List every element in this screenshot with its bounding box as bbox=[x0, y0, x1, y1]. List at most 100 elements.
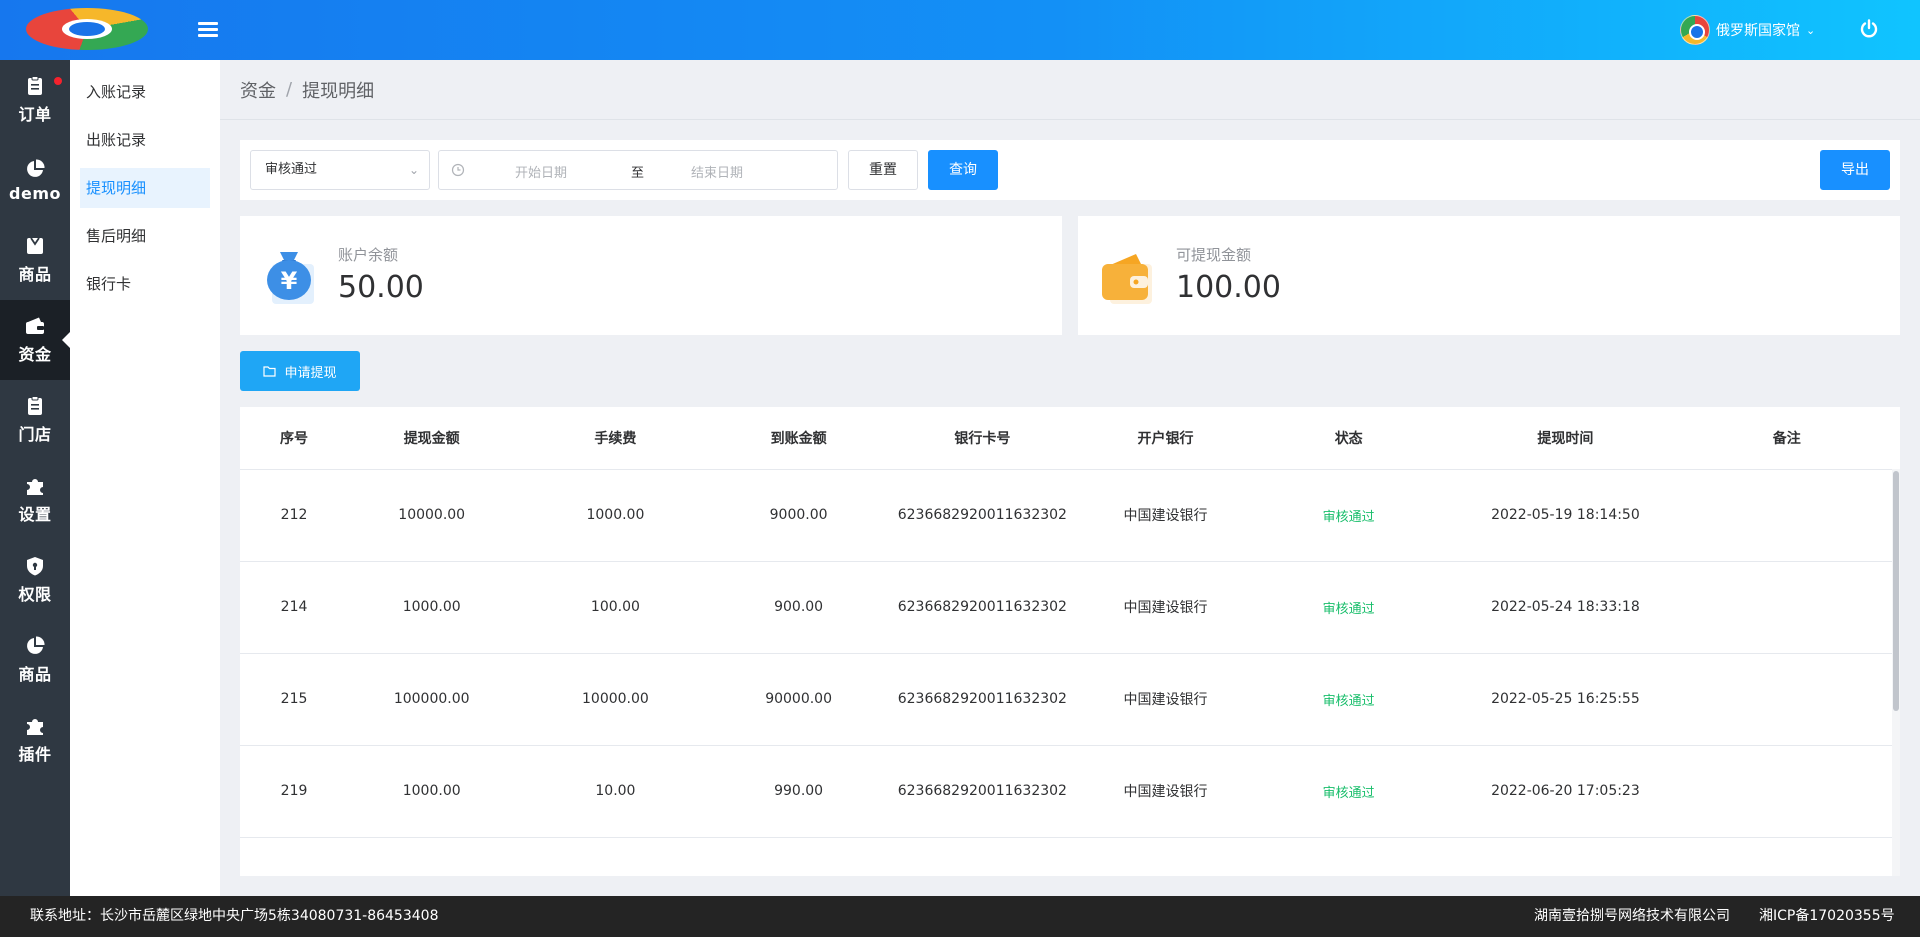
cell-fee: 10000.00 bbox=[515, 653, 716, 746]
sidebar-item-products-2[interactable]: 商品 bbox=[0, 620, 70, 700]
column-header-amount: 提现金额 bbox=[348, 407, 516, 470]
cell-status: 审核通过 bbox=[1248, 745, 1450, 838]
puzzle-icon bbox=[27, 719, 43, 735]
balance-value: 50.00 bbox=[338, 270, 424, 305]
table-row: 212 10000.00 1000.00 9000.00 62366829200… bbox=[240, 469, 1892, 562]
table-scrollbar[interactable] bbox=[1892, 469, 1900, 876]
cell-time: 2022-05-24 18:33:18 bbox=[1449, 561, 1682, 654]
user-name: 俄罗斯国家馆 bbox=[1716, 23, 1800, 39]
subnav-item-income[interactable]: 入账记录 bbox=[80, 72, 210, 112]
sidebar-item-stores[interactable]: 门店 bbox=[0, 380, 70, 460]
sidebar-item-permissions[interactable]: 权限 bbox=[0, 540, 70, 620]
status-select[interactable]: 审核通过 ⌄ bbox=[250, 150, 430, 190]
table-row: 215 100000.00 10000.00 90000.00 62366829… bbox=[240, 653, 1892, 746]
cell-card-number: 6236682920011632302 bbox=[881, 653, 1084, 746]
sidebar-item-orders[interactable]: 订单 bbox=[0, 60, 70, 140]
column-header-status: 状态 bbox=[1248, 407, 1450, 470]
column-header-received: 到账金额 bbox=[715, 407, 882, 470]
clipboard-icon bbox=[28, 396, 42, 415]
footer-company: 湖南壹拾捌号网络技术有限公司 bbox=[1534, 908, 1730, 924]
footer-address: 联系地址：长沙市岳麓区绿地中央广场5栋34080731-86453408 bbox=[30, 908, 439, 924]
sidebar-item-demo[interactable]: demo bbox=[0, 140, 70, 220]
column-header-id: 序号 bbox=[240, 407, 349, 470]
pie-chart-icon bbox=[27, 158, 45, 177]
sub-sidebar: 入账记录 出账记录 提现明细 售后明细 银行卡 bbox=[70, 60, 220, 896]
scrollbar-thumb[interactable] bbox=[1893, 471, 1899, 711]
sidebar-item-plugins[interactable]: 插件 bbox=[0, 700, 70, 780]
cell-amount: 1000.00 bbox=[348, 745, 516, 838]
cell-amount: 100000.00 bbox=[348, 653, 516, 746]
column-header-fee: 手续费 bbox=[515, 407, 716, 470]
cell-received: 990.00 bbox=[715, 745, 882, 838]
cell-fee: 1000.00 bbox=[515, 469, 716, 562]
footer-icp[interactable]: 湘ICP备17020355号 bbox=[1759, 896, 1895, 937]
subnav-item-bank-card[interactable]: 银行卡 bbox=[80, 264, 210, 304]
sidebar-item-label: 门店 bbox=[18, 425, 52, 444]
pie-chart-icon bbox=[27, 636, 45, 654]
svg-text:¥: ¥ bbox=[281, 267, 298, 295]
column-header-time: 提现时间 bbox=[1449, 407, 1682, 470]
sidebar-item-label: 权限 bbox=[18, 585, 52, 604]
breadcrumb-separator: / bbox=[286, 79, 293, 100]
cell-received: 900.00 bbox=[715, 561, 882, 654]
sidebar-item-label: 商品 bbox=[18, 265, 52, 284]
wallet-icon bbox=[1102, 254, 1152, 304]
main-sidebar: 订单 demo 商品 资金 门店 设置 权限 商品 插件 bbox=[0, 60, 70, 896]
cell-amount: 1000.00 bbox=[348, 561, 516, 654]
query-button[interactable]: 查询 bbox=[928, 150, 998, 190]
cell-bank: 中国建设银行 bbox=[1083, 561, 1248, 654]
cell-status: 审核通过 bbox=[1248, 561, 1450, 654]
cell-status: 审核通过 bbox=[1248, 653, 1450, 746]
subnav-item-withdrawals[interactable]: 提现明细 bbox=[80, 168, 210, 208]
end-date-input[interactable]: 结束日期 bbox=[691, 162, 743, 181]
sidebar-item-products[interactable]: 商品 bbox=[0, 220, 70, 300]
sidebar-item-label: 插件 bbox=[18, 745, 52, 764]
date-range-picker[interactable]: 开始日期 至 结束日期 bbox=[438, 150, 838, 190]
cell-remark bbox=[1681, 653, 1892, 746]
start-date-input[interactable]: 开始日期 bbox=[515, 162, 567, 181]
cell-remark bbox=[1681, 561, 1892, 654]
withdrawable-value: 100.00 bbox=[1176, 270, 1281, 305]
cell-bank: 中国建设银行 bbox=[1083, 469, 1248, 562]
cell-status: 审核通过 bbox=[1248, 469, 1450, 562]
cell-id: 212 bbox=[240, 469, 349, 562]
sidebar-item-label: 设置 bbox=[18, 505, 52, 524]
cell-time: 2022-06-20 17:05:23 bbox=[1449, 745, 1682, 838]
user-avatar bbox=[1680, 15, 1710, 45]
apply-withdrawal-label: 申请提现 bbox=[284, 365, 337, 381]
sidebar-item-settings[interactable]: 设置 bbox=[0, 460, 70, 540]
sidebar-item-label: 资金 bbox=[18, 345, 52, 364]
date-range-separator: 至 bbox=[631, 166, 645, 181]
cell-bank: 中国建设银行 bbox=[1083, 653, 1248, 746]
apply-withdrawal-button[interactable]: 申请提现 bbox=[240, 351, 360, 391]
breadcrumb-parent[interactable]: 资金 bbox=[240, 77, 276, 103]
subnav-item-aftersales[interactable]: 售后明细 bbox=[80, 216, 210, 256]
footer: 联系地址：长沙市岳麓区绿地中央广场5栋34080731-86453408 湖南壹… bbox=[0, 896, 1920, 937]
sidebar-item-label: 商品 bbox=[18, 665, 52, 684]
cell-remark bbox=[1681, 469, 1892, 562]
folder-icon bbox=[263, 366, 277, 377]
table-header-row: 序号 提现金额 手续费 到账金额 银行卡号 开户银行 状态 提现时间 备注 bbox=[240, 407, 1892, 470]
chevron-down-icon: ⌄ bbox=[408, 163, 419, 177]
reset-button[interactable]: 重置 bbox=[848, 150, 918, 190]
logo[interactable] bbox=[26, 8, 148, 50]
chevron-down-icon: ⌄ bbox=[1806, 23, 1816, 37]
sidebar-item-funds[interactable]: 资金 bbox=[0, 300, 70, 380]
cell-received: 9000.00 bbox=[715, 469, 882, 562]
export-button[interactable]: 导出 bbox=[1820, 150, 1890, 190]
shield-icon bbox=[27, 557, 43, 576]
subnav-item-expense[interactable]: 出账记录 bbox=[80, 120, 210, 160]
breadcrumb-current: 提现明细 bbox=[302, 80, 375, 102]
sidebar-item-label: 订单 bbox=[18, 105, 52, 124]
user-menu[interactable]: 俄罗斯国家馆 ⌄ bbox=[1680, 14, 1815, 46]
top-bar: 俄罗斯国家馆 ⌄ bbox=[0, 0, 1920, 60]
withdrawable-label: 可提现金额 bbox=[1176, 246, 1252, 264]
power-icon[interactable] bbox=[1858, 18, 1880, 40]
wallet-icon bbox=[26, 317, 44, 334]
cell-card-number: 6236682920011632302 bbox=[881, 561, 1084, 654]
menu-toggle-button[interactable] bbox=[198, 19, 218, 41]
cell-card-number: 6236682920011632302 bbox=[881, 745, 1084, 838]
cell-bank: 中国建设银行 bbox=[1083, 745, 1248, 838]
cell-time: 2022-05-19 18:14:50 bbox=[1449, 469, 1682, 562]
cell-id: 215 bbox=[240, 653, 349, 746]
